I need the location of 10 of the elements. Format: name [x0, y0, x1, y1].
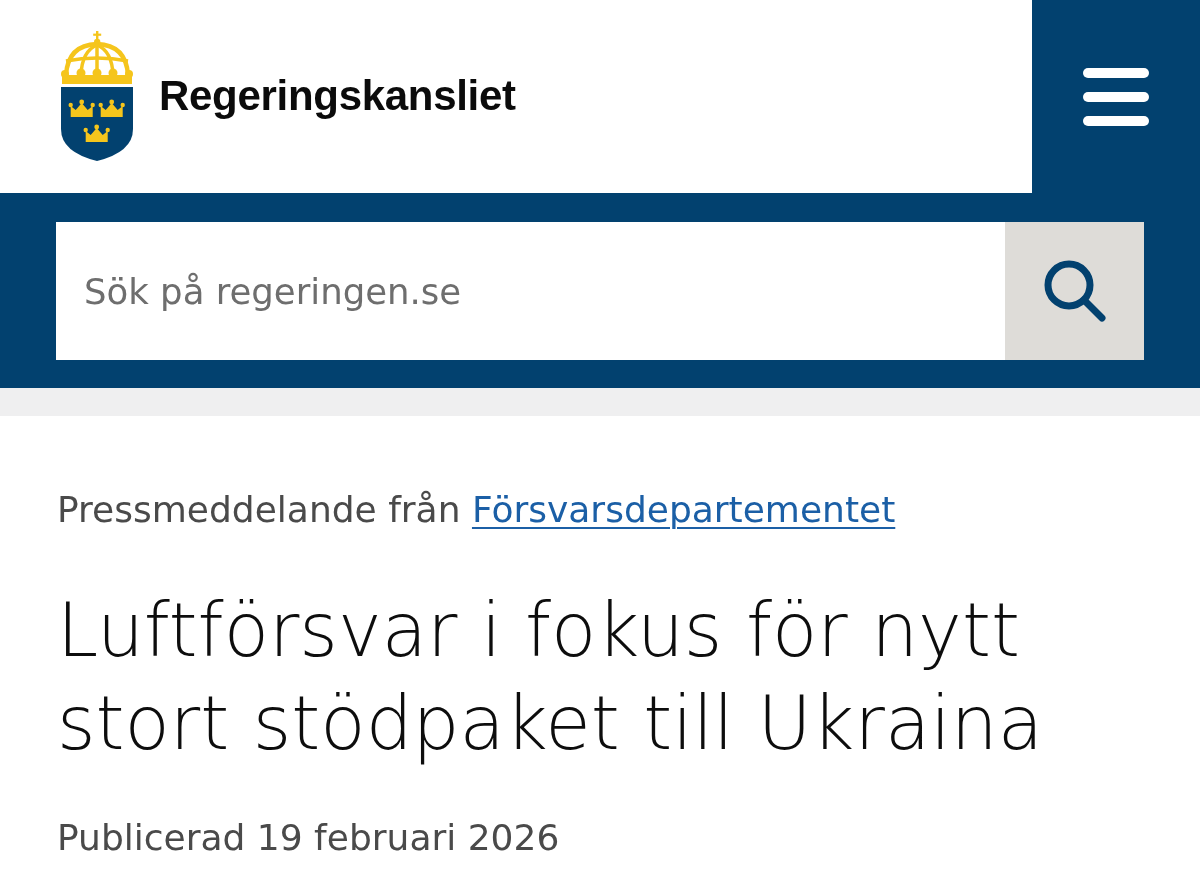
- press-release-line: Pressmeddelande från Försvarsdepartementet: [57, 488, 897, 532]
- crowned-shield-icon: [60, 31, 134, 162]
- publish-date: Publicerad 19 februari 2026: [57, 816, 561, 860]
- menu-icon: [1083, 67, 1149, 126]
- search-field[interactable]: Sök på regeringen.se: [56, 222, 1005, 360]
- home-link[interactable]: Regeringskansliet: [60, 31, 516, 162]
- search-button[interactable]: [1005, 222, 1144, 360]
- search-icon: [1043, 260, 1106, 322]
- article-title: Luftförsvar i fokus för nytt stort stödpaket till Ukraina: [57, 586, 1045, 768]
- department-link[interactable]: Försvarsdepartementet: [471, 489, 896, 530]
